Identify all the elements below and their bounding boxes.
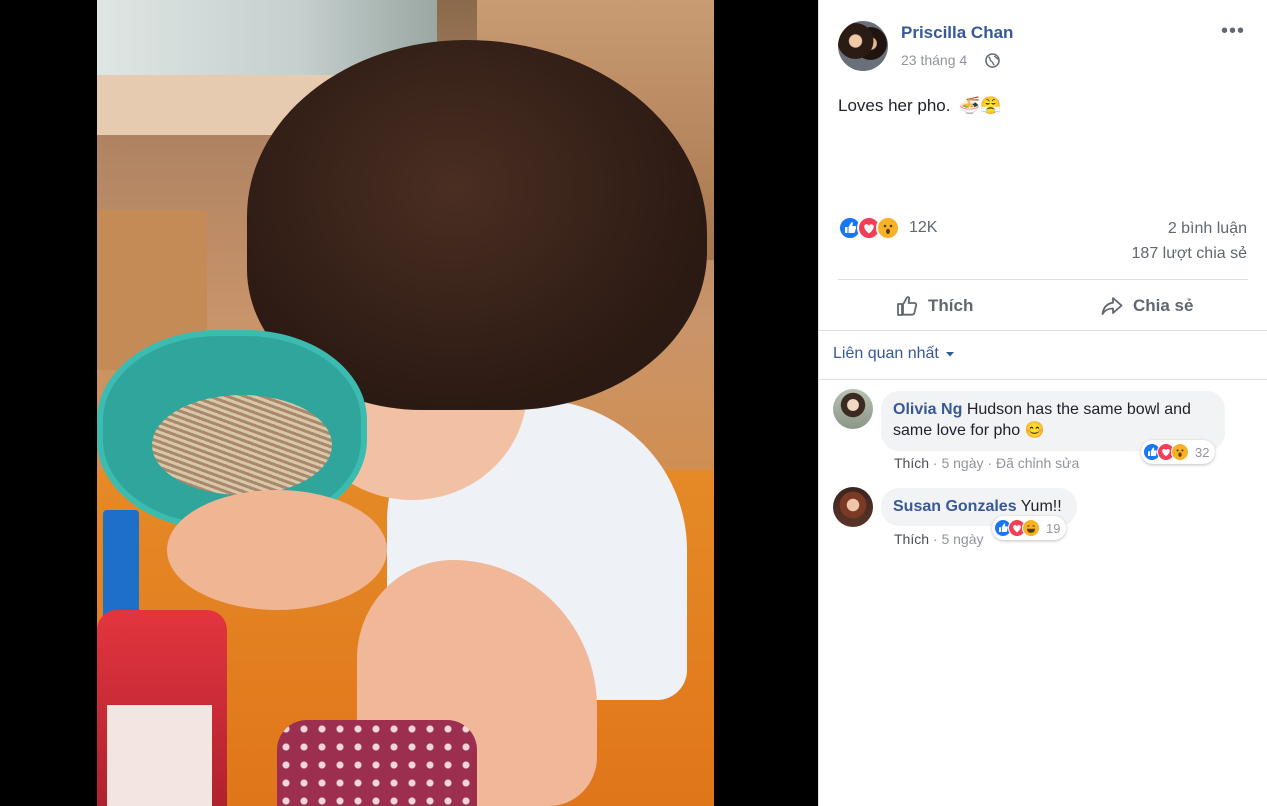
share-button-label: Chia sẻ	[1133, 296, 1194, 315]
comments-count[interactable]: 2 bình luận	[1168, 220, 1247, 238]
photo-noodles	[152, 395, 332, 495]
comment-author[interactable]: Olivia Ng	[893, 401, 962, 418]
comment-meta: Thích · 5 ngày · Đã chỉnh sửa	[894, 455, 1079, 471]
reactions-summary[interactable]: 12K	[838, 216, 937, 240]
comment-reaction-count: 19	[1046, 520, 1061, 536]
commenter-avatar[interactable]	[833, 389, 873, 429]
comment-edited[interactable]: Đã chỉnh sửa	[996, 455, 1079, 471]
sort-label: Liên quan nhất	[833, 345, 939, 362]
divider	[819, 330, 1267, 331]
divider	[838, 279, 1248, 280]
comment-text: Yum!!	[1020, 498, 1062, 515]
comment-reactions[interactable]: 32	[1141, 440, 1216, 464]
photo-viewer	[0, 0, 818, 806]
share-button[interactable]: Chia sẻ	[1100, 292, 1193, 320]
divider	[819, 379, 1267, 380]
comment-reactions[interactable]: 19	[992, 516, 1067, 540]
photo-milk	[107, 705, 212, 806]
post-photo[interactable]	[97, 0, 714, 806]
wow-reaction-icon	[1171, 443, 1189, 461]
thumbs-up-icon	[897, 296, 918, 316]
post-timestamp[interactable]: 23 tháng 4	[901, 52, 967, 68]
comment-author[interactable]: Susan Gonzales	[893, 498, 1017, 515]
comment-time[interactable]: 5 ngày	[941, 455, 983, 471]
comment-sort-dropdown[interactable]: Liên quan nhất	[833, 345, 957, 363]
commenter-avatar[interactable]	[833, 487, 873, 527]
haha-reaction-icon	[1022, 519, 1040, 537]
wow-reaction-icon	[876, 216, 900, 240]
separator: ·	[987, 455, 996, 471]
post-text: Loves her pho.	[838, 96, 951, 115]
author-name[interactable]: Priscilla Chan	[901, 23, 1013, 43]
reaction-count: 12K	[909, 219, 938, 236]
like-button-label: Thích	[928, 296, 974, 315]
like-button[interactable]: Thích	[895, 292, 973, 320]
photo-hand	[167, 490, 387, 610]
photo-pants	[277, 720, 477, 806]
post-sidebar: Priscilla Chan 23 tháng 4 ••• Loves her …	[818, 0, 1267, 806]
comment-emoji: 😊	[1024, 422, 1045, 439]
caret-down-icon	[945, 352, 954, 357]
globe-icon	[985, 53, 1000, 73]
comment-time[interactable]: 5 ngày	[941, 531, 983, 547]
comment-like-link[interactable]: Thích	[894, 531, 929, 547]
author-avatar[interactable]	[838, 21, 888, 71]
more-options-icon[interactable]: •••	[1221, 20, 1245, 43]
comment-reaction-count: 32	[1195, 444, 1210, 460]
post-emoji: 🍜😤	[959, 96, 1002, 115]
share-arrow-icon	[1101, 297, 1123, 315]
comment-meta: Thích · 5 ngày	[894, 531, 984, 547]
shares-count[interactable]: 187 lượt chia sẻ	[1132, 245, 1247, 263]
comment-like-link[interactable]: Thích	[894, 455, 929, 471]
